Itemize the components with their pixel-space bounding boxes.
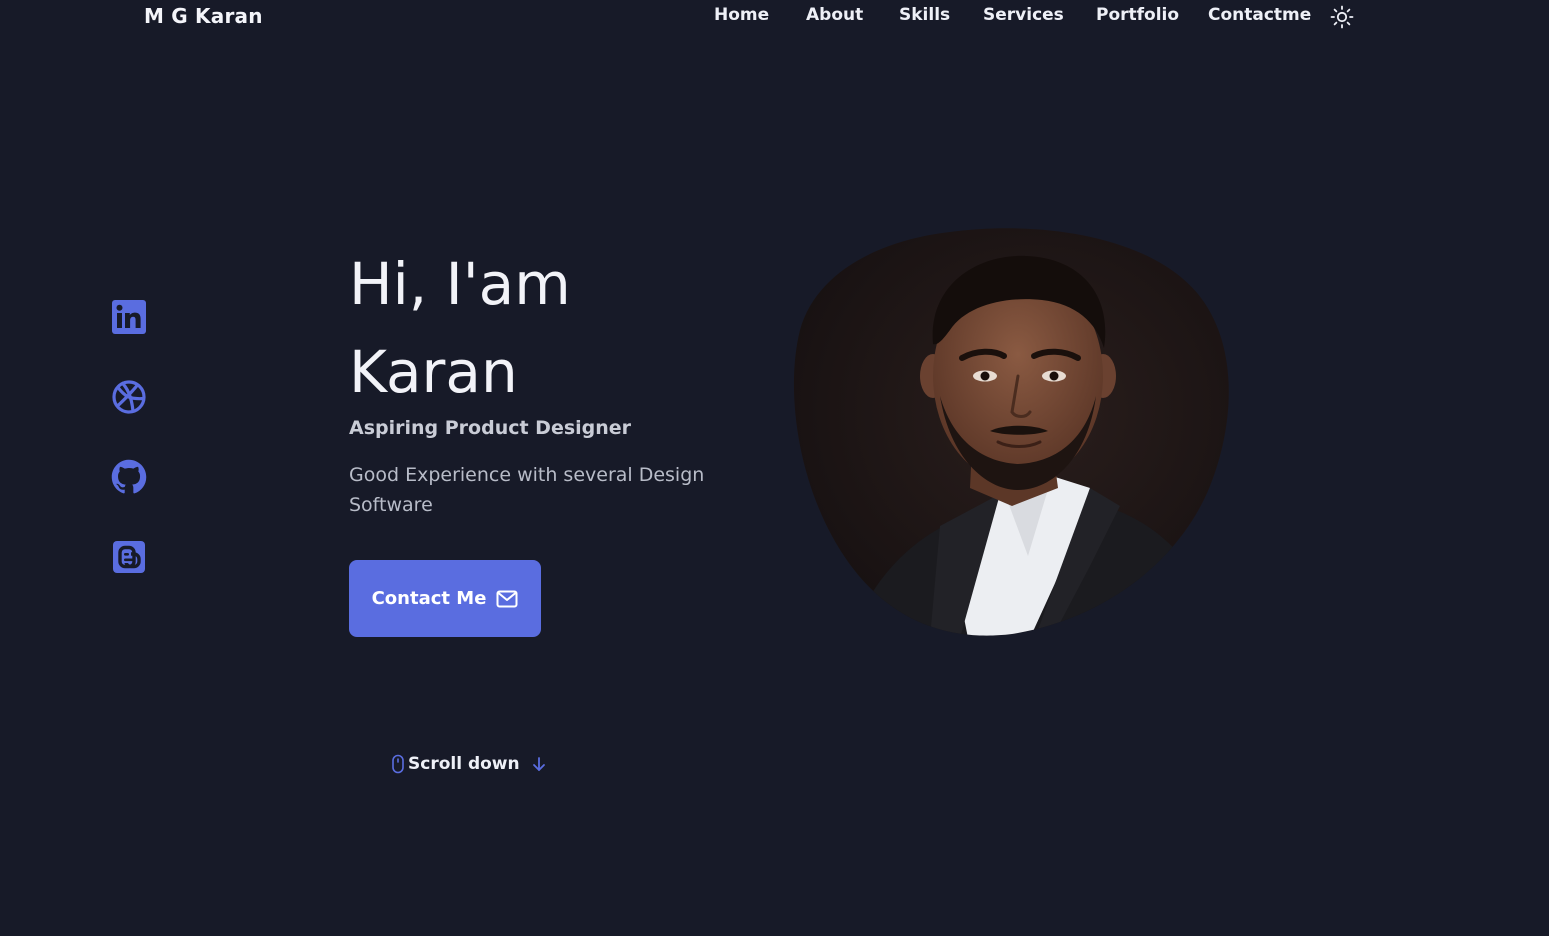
linkedin-icon [112,300,146,334]
contact-me-button[interactable]: Contact Me [349,560,541,637]
dribbble-link[interactable] [110,378,148,416]
hero-name: Karan [349,338,518,406]
blogger-icon [113,541,145,573]
main-nav: Home About Skills Services Portfolio Con… [0,5,1549,31]
mouse-icon [392,754,404,774]
github-link[interactable] [110,458,148,496]
github-icon [111,459,147,494]
nav-skills[interactable]: Skills [899,5,950,25]
sun-icon [1330,5,1354,29]
nav-portfolio[interactable]: Portfolio [1096,5,1179,25]
scroll-down-label: Scroll down [408,754,520,774]
mail-icon [496,590,518,607]
arrow-down-icon [532,757,545,771]
page: M G Karan Home About Skills Services Por… [0,0,1549,936]
contact-me-label: Contact Me [371,588,487,609]
blogger-link[interactable] [110,538,148,576]
linkedin-link[interactable] [110,298,148,336]
hero-greeting: Hi, I'am [349,250,571,318]
profile-photo [793,228,1229,636]
hero-title: Hi, I'am Karan [349,240,769,416]
scroll-down-link[interactable]: Scroll down [391,752,549,776]
theme-toggle-button[interactable] [1330,5,1354,29]
hero-subtitle: Aspiring Product Designer [349,417,632,439]
nav-services[interactable]: Services [983,5,1064,25]
nav-home[interactable]: Home [714,5,769,25]
dribbble-icon [112,380,146,414]
nav-about[interactable]: About [806,5,863,25]
nav-contactme[interactable]: Contactme [1208,5,1311,25]
hero-description: Good Experience with several Design Soft… [349,464,705,516]
